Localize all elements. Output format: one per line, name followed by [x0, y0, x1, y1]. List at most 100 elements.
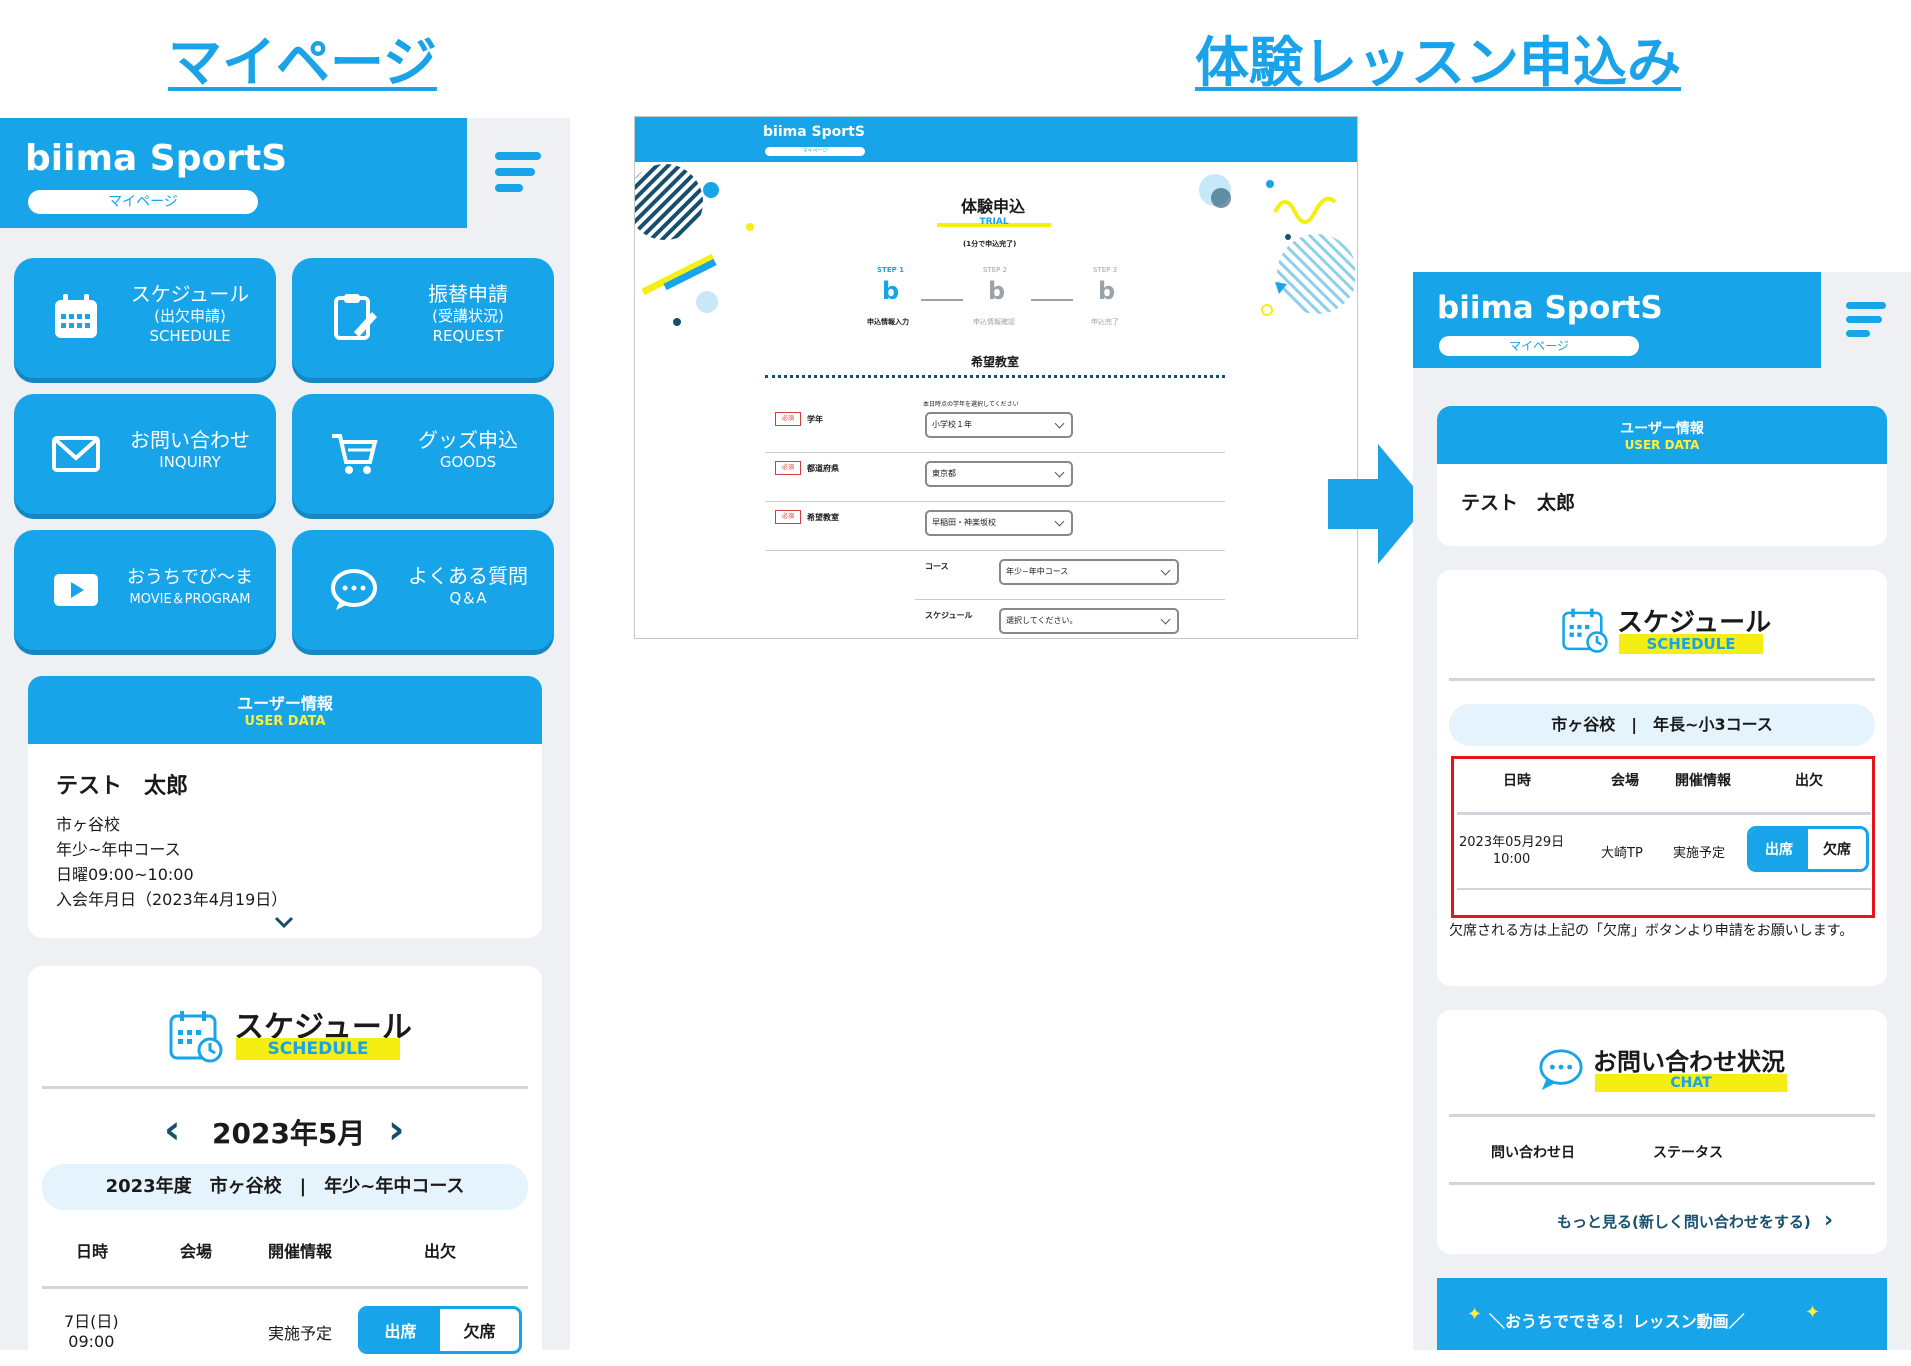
prefecture-select[interactable]: 東京都 [925, 461, 1073, 487]
field-label-prefecture: 都道府県 [807, 464, 839, 473]
absent-button[interactable]: 欠席 [440, 1309, 519, 1351]
col-attendance: 出欠 [424, 1242, 457, 1261]
section-title: 希望教室 [971, 355, 1020, 369]
step3-icon: b [1098, 277, 1116, 305]
col-date: 日時 [1503, 773, 1531, 789]
row-divider [765, 452, 1225, 453]
col-status: ステータス [1653, 1145, 1723, 1161]
tile-sub: INQUIRY [159, 453, 221, 471]
step3-caption: 申込完了 [1091, 318, 1119, 326]
row-date: 2023年05月29日 10:00 [1459, 834, 1564, 868]
decoration-left [635, 164, 754, 326]
row-divider [765, 501, 1225, 502]
row-divider [765, 550, 1225, 551]
step-line [1031, 299, 1073, 301]
form-trial: TRIAL [937, 217, 1051, 227]
menu-icon[interactable] [1846, 302, 1890, 338]
sparkle-icon: ✦ [1467, 1304, 1483, 1325]
tile-title: スケジュール [130, 282, 250, 306]
present-button[interactable]: 出席 [361, 1309, 440, 1351]
mypage-pill: マイページ [1439, 336, 1639, 356]
course-bar: 2023年度 市ヶ谷校 | 年少~年中コース [42, 1164, 528, 1210]
field-label-grade: 学年 [807, 415, 823, 424]
divider [1449, 678, 1875, 681]
more-link[interactable]: もっと見る(新しく問い合わせをする) › [1557, 1208, 1833, 1233]
absence-note: 欠席される方は上記の「欠席」ボタンより申請をお願いします。 [1449, 923, 1854, 939]
course-select[interactable]: 年少~年中コース [999, 559, 1179, 585]
tile-movie[interactable]: おうちでび〜ま MOVIE＆PROGRAM [14, 530, 276, 650]
logo: biima SportS [25, 138, 288, 179]
month-label: 2023年5月 [212, 1117, 366, 1150]
field-label-schedule: スケジュール [925, 611, 973, 620]
field-label-course: コース [925, 562, 949, 571]
col-info: 開催情報 [1675, 773, 1731, 789]
tile-faq[interactable]: よくある質問 Q＆A [292, 530, 554, 650]
clipboard-icon [334, 294, 377, 340]
schedule-sub: SCHEDULE [236, 1038, 400, 1060]
col-date: 日時 [76, 1242, 109, 1261]
user-card: ユーザー情報 USER DATA テスト 太郎 [1437, 406, 1887, 546]
section-divider [765, 375, 1225, 378]
step3-label: STEP 3 [1093, 266, 1118, 274]
row-day: 7日(日) [64, 1312, 119, 1331]
calendar-clock-icon [1562, 608, 1608, 653]
tile-sub: Q＆A [449, 589, 487, 607]
divider [1457, 812, 1871, 815]
step1-caption: 申込情報入力 [867, 318, 909, 326]
classroom-select[interactable]: 早稲田・神楽坂校 [925, 510, 1073, 536]
sparkle-icon: ✦ [1805, 1302, 1821, 1323]
calendar-icon [55, 294, 97, 338]
calendar-clock-icon [169, 1011, 223, 1063]
form-title: 体験申込 [961, 197, 1026, 216]
lesson-video-banner[interactable]: ＼おうちでできる！レッスン動画／ ✦ ✦ [1437, 1278, 1887, 1350]
tile-inquiry[interactable]: お問い合わせ INQUIRY [14, 394, 276, 514]
tile-goods[interactable]: グッズ申込 GOODS [292, 394, 554, 514]
row-venue: 大崎TP [1601, 846, 1643, 861]
divider [1457, 888, 1871, 890]
more-link-label: もっと見る(新しく問い合わせをする) [1557, 1213, 1811, 1231]
tile-title: グッズ申込 [418, 428, 518, 452]
divider [42, 1286, 528, 1289]
prev-month-button[interactable]: ‹ [164, 1110, 180, 1150]
row-time: 10:00 [1492, 852, 1531, 867]
tile-sub: (出欠申請) [154, 307, 226, 325]
col-attendance: 出欠 [1795, 773, 1823, 789]
row-date: 7日(日) 09:00 [64, 1312, 119, 1352]
chevron-down-icon[interactable] [274, 916, 294, 928]
menu-icon[interactable] [495, 152, 545, 192]
next-month-button[interactable]: › [388, 1110, 404, 1150]
user-name: テスト 太郎 [1461, 492, 1576, 514]
tile-title: 振替申請 [428, 282, 508, 306]
chat-bubble-icon [1539, 1049, 1583, 1091]
schedule-card: スケジュール SCHEDULE 市ヶ谷校 | 年長~小3コース 日時 会場 開催… [1437, 570, 1887, 986]
required-badge: 必須 [775, 510, 801, 524]
col-inquiry-date: 問い合わせ日 [1491, 1145, 1575, 1161]
present-button[interactable]: 出席 [1750, 829, 1808, 869]
schedule-select[interactable]: 選択してください。 [999, 608, 1179, 634]
row-time: 09:00 [68, 1332, 115, 1351]
attendance-toggle: 出席 欠席 [358, 1306, 522, 1354]
step2-label: STEP 2 [983, 266, 1008, 274]
course-bar: 市ヶ谷校 | 年長~小3コース [1449, 704, 1875, 746]
grade-hint: 本日時点の学年を選択してください [923, 401, 1019, 408]
mypage-pill: マイページ [28, 190, 258, 214]
step2-icon: b [988, 277, 1006, 305]
trial-heading: 体験レッスン申込み [1195, 31, 1681, 94]
tile-sub: GOODS [439, 453, 497, 471]
play-icon [54, 574, 98, 606]
user-name: テスト 太郎 [56, 774, 189, 799]
trial-form-screenshot: biima SportS マイページ 体験申込 TRIAL (1分で申込完了) … [634, 116, 1358, 639]
chat-title: お問い合わせ状況 [1593, 1048, 1785, 1076]
required-badge: 必須 [775, 412, 801, 426]
tile-schedule[interactable]: スケジュール (出欠申請) SCHEDULE [14, 258, 276, 378]
schedule-sub: SCHEDULE [1619, 634, 1763, 654]
user-card-sub: USER DATA [244, 714, 326, 729]
grade-select[interactable]: 小学校１年 [925, 412, 1073, 438]
divider [42, 1086, 528, 1089]
tile-sub-en: SCHEDULE [149, 327, 231, 345]
banner-text: ＼おうちでできる！レッスン動画／ [1489, 1312, 1745, 1331]
absent-button[interactable]: 欠席 [1808, 829, 1866, 869]
logo: biima SportS [1437, 290, 1663, 326]
tile-request[interactable]: 振替申請 (受講状況) REQUEST [292, 258, 554, 378]
schedule-card: スケジュール SCHEDULE ‹ 2023年5月 › 2023年度 市ヶ谷校 … [28, 966, 542, 1366]
